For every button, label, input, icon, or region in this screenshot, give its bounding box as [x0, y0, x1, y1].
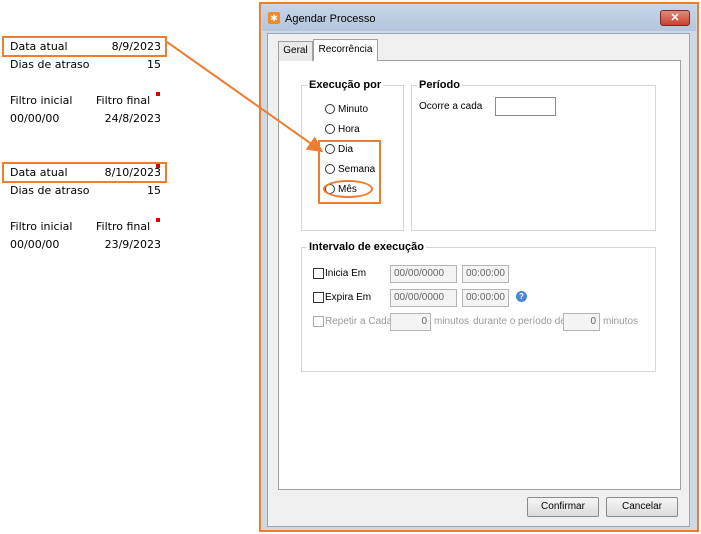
annotation-arrow-line	[166, 41, 324, 153]
annotation-arrow	[166, 41, 324, 153]
